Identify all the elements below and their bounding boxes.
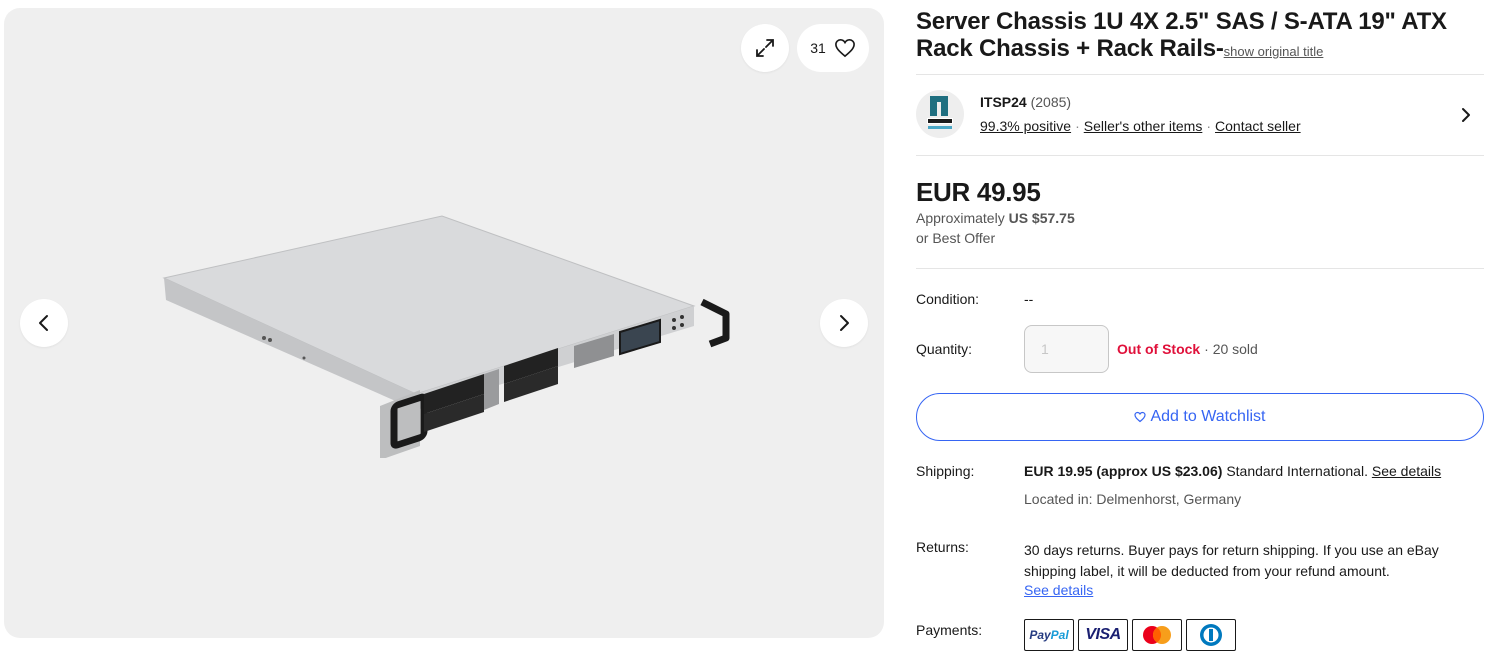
returns-policy: 30 days returns. Buyer pays for return s… [1024,542,1439,579]
seller-positive-feedback-link[interactable]: 99.3% positive [980,118,1071,134]
add-to-watchlist-button[interactable]: Add to Watchlist [916,393,1484,441]
show-original-title-link[interactable]: show original title [1224,44,1324,59]
approx-value: US $57.75 [1008,210,1075,226]
approx-price: Approximately US $57.75 [916,210,1075,226]
chevron-right-icon [840,315,849,331]
seller-links: 99.3% positive · Seller's other items · Cont… [980,118,1301,134]
separator: · [1075,118,1080,134]
shipping-method: Standard International. [1226,463,1368,479]
contact-seller-link[interactable]: Contact seller [1215,118,1301,134]
paypal-icon: PayPal [1024,619,1074,651]
seller-name[interactable]: ITSP24 (2085) [980,94,1071,110]
best-offer-text: or Best Offer [916,230,996,246]
quantity-label: Quantity: [916,341,973,357]
seller-logo-graphic [927,96,953,129]
condition-label: Condition: [916,291,980,307]
quantity-input[interactable]: 1 [1024,325,1109,373]
watch-count: 31 [810,40,826,56]
watchlist-label: Add to Watchlist [1150,408,1266,425]
price: EUR 49.95 [916,177,1041,207]
stock-status: Out of Stock · 20 sold [1117,341,1258,357]
returns-see-details-link[interactable]: See details [1024,582,1093,598]
expand-icon [756,39,774,57]
item-title: Server Chassis 1U 4X 2.5" SAS / S-ATA 19… [916,8,1484,65]
divider [916,268,1484,269]
next-image-button[interactable] [820,299,868,347]
seller-logo [916,90,964,138]
seller-card[interactable]: ITSP24 (2085) 99.3% positive · Seller's ot… [916,75,1484,155]
separator: · [1206,118,1212,134]
chevron-left-icon [39,315,48,331]
shipping-label: Shipping: [916,463,975,479]
image-gallery: 31 [4,8,884,638]
divider [916,155,1484,156]
expand-button[interactable] [741,24,789,72]
heart-icon [834,38,855,58]
chevron-right-icon[interactable] [1458,107,1474,123]
approx-label: Approximately [916,210,1005,226]
product-image[interactable] [154,198,744,458]
returns-label: Returns: [916,539,969,555]
out-of-stock-label: Out of Stock [1117,341,1201,357]
watch-count-button[interactable]: 31 [797,24,869,72]
shipping-see-details-link[interactable]: See details [1372,463,1441,479]
previous-image-button[interactable] [20,299,68,347]
payment-methods: PayPal VISA [1024,619,1236,651]
diners-club-icon [1186,619,1236,651]
separator: · [1204,341,1209,357]
seller-other-items-link[interactable]: Seller's other items [1084,118,1203,134]
sold-count: 20 sold [1212,341,1258,357]
seller-feedback-count: (2085) [1030,94,1072,110]
mastercard-icon [1132,619,1182,651]
shipping-cost: EUR 19.95 (approx US $23.06) [1024,463,1223,479]
shipping-info: EUR 19.95 (approx US $23.06) Standard In… [1024,463,1441,479]
heart-icon [1134,411,1147,423]
payments-label: Payments: [916,622,983,638]
item-location: Located in: Delmenhorst, Germany [1024,491,1242,507]
visa-icon: VISA [1078,619,1128,651]
item-title-text: Server Chassis 1U 4X 2.5" SAS / S-ATA 19… [916,8,1447,62]
seller-username[interactable]: ITSP24 [980,94,1027,110]
condition-value: -- [1024,291,1034,307]
